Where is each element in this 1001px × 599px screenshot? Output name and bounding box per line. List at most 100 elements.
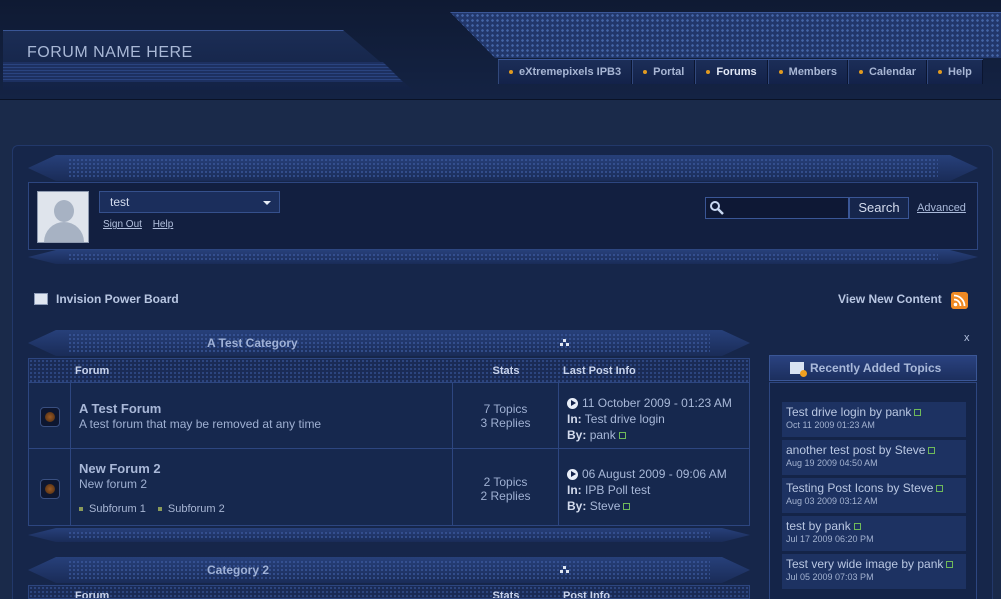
view-new-content-link[interactable]: View New Content xyxy=(838,292,942,306)
avatar-body xyxy=(44,222,84,242)
breadcrumb: Invision Power Board xyxy=(34,292,179,306)
reply-count: 2 Replies xyxy=(480,489,531,503)
bullet-icon xyxy=(938,70,943,74)
bullet-icon xyxy=(706,70,711,74)
nav-forums[interactable]: Forums xyxy=(695,60,768,84)
nav-calendar[interactable]: Calendar xyxy=(847,60,928,84)
subforum-list: Subforum 1 Subforum 2 xyxy=(79,503,444,515)
user-links: Sign Out Help xyxy=(103,219,181,230)
category-bar-bottom xyxy=(28,528,750,542)
category-bar[interactable] xyxy=(28,557,750,583)
bullet-icon xyxy=(858,70,863,74)
header-forum: Forum xyxy=(75,590,110,599)
search-input[interactable] xyxy=(705,197,849,219)
forum-stats-cell: 7 Topics 3 Replies xyxy=(453,383,559,448)
forum-stats-cell: 2 Topics 2 Replies xyxy=(453,449,559,525)
recent-topics-header: Recently Added Topics xyxy=(769,355,977,381)
close-sidebar-button[interactable]: x xyxy=(964,332,970,344)
category-title[interactable]: A Test Category xyxy=(207,336,298,350)
new-topics-icon xyxy=(790,362,807,377)
forum-status-cell xyxy=(29,449,71,525)
chevron-down-icon xyxy=(263,201,271,205)
collapse-icon[interactable] xyxy=(560,339,570,347)
user-card-icon[interactable] xyxy=(618,432,626,440)
sign-out-link[interactable]: Sign Out xyxy=(103,219,142,230)
header-last-post: Post Info xyxy=(563,590,611,599)
nav-help[interactable]: Help xyxy=(927,60,983,84)
header-stats: Stats xyxy=(492,365,520,377)
forum-table: Forum Stats Last Post Info A Test Forum … xyxy=(28,358,750,526)
list-item[interactable]: Test drive login by pank Oct 11 2009 01:… xyxy=(782,402,966,437)
category-title[interactable]: Category 2 xyxy=(207,563,269,577)
table-header: Forum Stats Post Info xyxy=(29,586,749,599)
bullet-icon xyxy=(643,70,648,74)
category-bar[interactable] xyxy=(28,330,750,356)
list-item[interactable]: test by pank Jul 17 2009 06:20 PM xyxy=(782,516,966,551)
search-icon xyxy=(710,201,724,215)
breadcrumb-home[interactable]: Invision Power Board xyxy=(56,292,179,306)
subforum-link[interactable]: Subforum 2 xyxy=(158,503,225,515)
help-link[interactable]: Help xyxy=(153,219,174,230)
topic-count: 2 Topics xyxy=(483,475,528,489)
header-pattern xyxy=(450,12,1001,58)
header-forum: Forum xyxy=(75,365,110,377)
list-item[interactable]: another test post by Steve Aug 19 2009 0… xyxy=(782,440,966,475)
user-card-icon[interactable] xyxy=(623,503,631,511)
forum-description: New forum 2 xyxy=(79,477,148,491)
last-post-cell: 06 August 2009 - 09:06 AM In: IPB Poll t… xyxy=(567,467,727,513)
last-post-topic-link[interactable]: Test drive login xyxy=(585,412,665,426)
go-to-last-post-icon[interactable] xyxy=(567,468,578,480)
rss-icon[interactable] xyxy=(951,292,968,309)
user-bar-bottom xyxy=(28,250,978,264)
user-card-icon[interactable] xyxy=(853,523,861,531)
forum-title-link[interactable]: New Forum 2 xyxy=(79,461,444,476)
site-header: FORUM NAME HERE eXtremepixels IPB3 Porta… xyxy=(0,0,1001,100)
forum-description: A test forum that may be removed at any … xyxy=(79,417,322,431)
user-card-icon[interactable] xyxy=(928,447,936,455)
avatar[interactable] xyxy=(37,191,89,243)
last-post-date: 06 August 2009 - 09:06 AM xyxy=(582,467,727,481)
forum-read-icon xyxy=(40,407,60,427)
user-menu-dropdown[interactable]: test xyxy=(99,191,280,213)
advanced-search-link[interactable]: Advanced xyxy=(917,202,966,214)
forum-info-cell: New Forum 2 New forum 2 Subforum 1 Subfo… xyxy=(71,449,453,525)
last-post-topic-link[interactable]: IPB Poll test xyxy=(585,483,650,497)
board-home-icon xyxy=(34,293,48,305)
table-row: A Test Forum A test forum that may be re… xyxy=(29,383,749,449)
user-card-icon[interactable] xyxy=(914,409,922,417)
table-row: New Forum 2 New forum 2 Subforum 1 Subfo… xyxy=(29,449,749,525)
list-item[interactable]: Test very wide image by pank Jul 05 2009… xyxy=(782,554,966,589)
header-icon-col xyxy=(29,586,71,598)
avatar-head xyxy=(54,200,74,222)
forum-table: Forum Stats Post Info xyxy=(28,585,750,599)
collapse-icon[interactable] xyxy=(560,566,570,574)
list-item[interactable]: Testing Post Icons by Steve Aug 03 2009 … xyxy=(782,478,966,513)
bullet-icon xyxy=(778,70,783,74)
forum-info-cell: A Test Forum A test forum that may be re… xyxy=(71,383,453,448)
nav-extremepixels[interactable]: eXtremepixels IPB3 xyxy=(498,60,633,84)
last-post-date: 11 October 2009 - 01:23 AM xyxy=(582,396,732,410)
go-to-last-post-icon[interactable] xyxy=(567,397,578,409)
main-nav: eXtremepixels IPB3 Portal Forums Members… xyxy=(498,59,983,84)
header-stats: Stats xyxy=(492,590,520,599)
forum-read-icon xyxy=(40,479,60,499)
forum-status-cell xyxy=(29,383,71,448)
last-post-author-link[interactable]: pank xyxy=(590,428,616,442)
last-post-author-link[interactable]: Steve xyxy=(590,499,621,513)
user-card-icon[interactable] xyxy=(936,485,944,493)
nav-portal[interactable]: Portal xyxy=(632,60,696,84)
reply-count: 3 Replies xyxy=(480,416,531,430)
subforum-link[interactable]: Subforum 1 xyxy=(79,503,146,515)
user-card-icon[interactable] xyxy=(946,561,954,569)
topic-count: 7 Topics xyxy=(483,402,528,416)
last-post-cell: 11 October 2009 - 01:23 AM In: Test driv… xyxy=(567,396,732,442)
forum-title-link[interactable]: A Test Forum xyxy=(79,401,444,416)
bullet-icon xyxy=(509,70,513,74)
header-icon-col xyxy=(29,359,71,382)
user-bar-top xyxy=(28,155,978,181)
nav-members[interactable]: Members xyxy=(767,60,848,84)
recent-topics-list: Test drive login by pank Oct 11 2009 01:… xyxy=(769,382,977,599)
table-header: Forum Stats Last Post Info xyxy=(29,359,749,383)
search-button[interactable]: Search xyxy=(849,197,909,219)
forum-name-logo[interactable]: FORUM NAME HERE xyxy=(27,44,193,62)
